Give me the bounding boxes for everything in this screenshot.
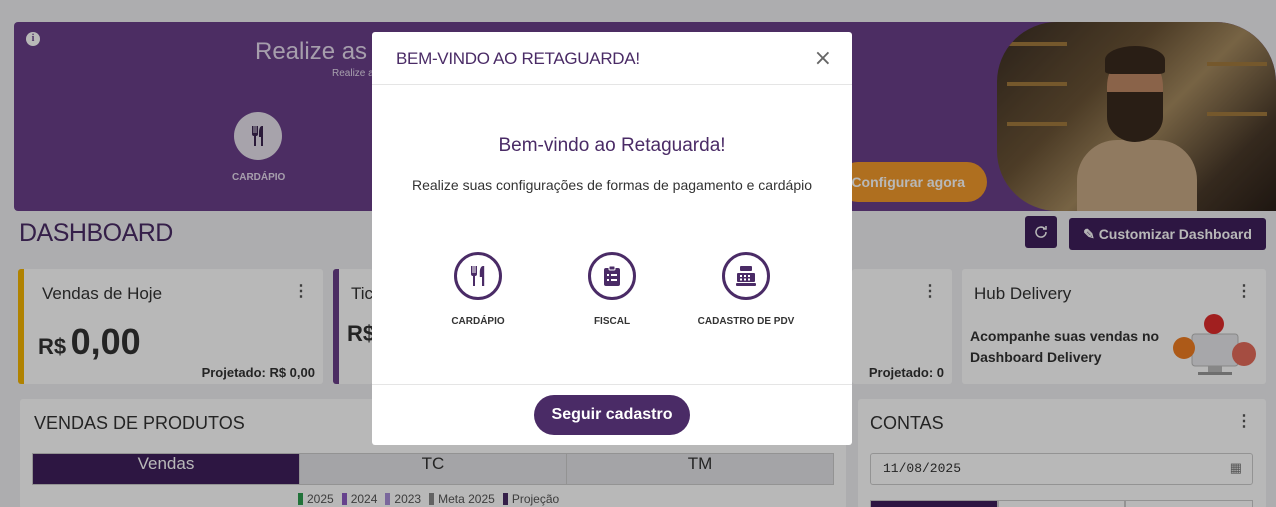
- option-pdv-label: CADASTRO DE PDV: [697, 316, 795, 327]
- close-icon[interactable]: ×: [814, 46, 832, 71]
- option-fiscal[interactable]: FISCAL: [552, 252, 672, 327]
- option-menu-label: CARDÁPIO: [451, 316, 505, 327]
- modal-title: BEM-VINDO AO RETAGUARDA!: [396, 49, 640, 68]
- welcome-modal: BEM-VINDO AO RETAGUARDA! × Bem-vindo ao …: [372, 32, 852, 445]
- clipboard-icon: [588, 252, 636, 300]
- option-menu[interactable]: CARDÁPIO: [418, 252, 538, 327]
- cutlery-icon: [454, 252, 502, 300]
- modal-heading: Bem-vindo ao Retaguarda!: [498, 135, 726, 156]
- continue-registration-button[interactable]: Seguir cadastro: [534, 395, 690, 435]
- modal-header: BEM-VINDO AO RETAGUARDA! ×: [372, 32, 852, 85]
- cash-register-icon: [722, 252, 770, 300]
- modal-footer: Seguir cadastro: [372, 384, 852, 445]
- option-pdv[interactable]: CADASTRO DE PDV: [686, 252, 806, 327]
- option-fiscal-label: FISCAL: [593, 316, 631, 327]
- modal-description: Realize suas configurações de formas de …: [411, 177, 813, 193]
